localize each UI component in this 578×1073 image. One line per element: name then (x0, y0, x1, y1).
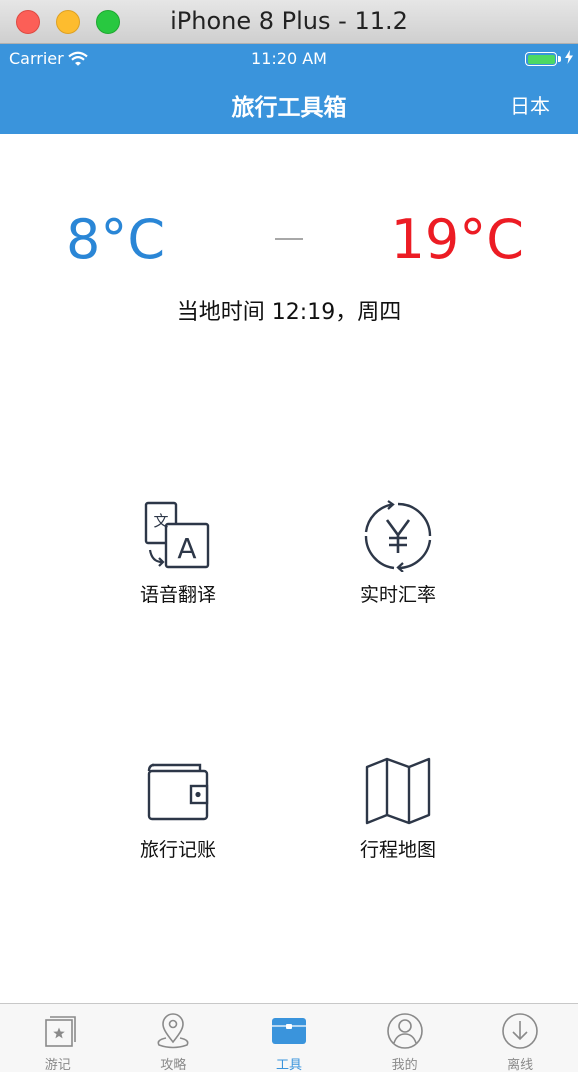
svg-text:文: 文 (153, 512, 168, 530)
tool-voice-translate[interactable]: A 文 语音翻译 (98, 500, 258, 607)
map-icon (365, 757, 431, 825)
svg-text:A: A (177, 532, 196, 565)
tool-label: 旅行记账 (139, 839, 216, 861)
tab-guides[interactable]: 攻略 (116, 1004, 232, 1073)
temperature-range-dash (275, 238, 303, 240)
toolbox-icon (271, 1018, 306, 1044)
tab-label: 游记 (44, 1058, 71, 1073)
tool-label: 实时汇率 (359, 584, 436, 606)
battery-tip (558, 56, 561, 62)
window-title: iPhone 8 Plus - 11.2 (170, 7, 408, 35)
location-pin-icon (157, 1013, 189, 1049)
profile-icon (386, 1013, 423, 1049)
tool-exchange-rate[interactable]: 实时汇率 (318, 500, 478, 607)
destination-button[interactable]: 日本 (510, 90, 550, 119)
status-time: 11:20 AM (251, 49, 327, 68)
translate-icon: A 文 (144, 501, 210, 569)
tab-label: 离线 (507, 1058, 534, 1073)
local-time-label: 当地时间 12:19，周四 (176, 300, 402, 325)
battery-level (527, 54, 555, 64)
wallet-icon (147, 763, 209, 821)
nav-bar: Carrier 11:20 AM 旅行工具箱 日本 (0, 44, 578, 134)
tool-label: 语音翻译 (139, 584, 216, 606)
tool-travel-expenses[interactable]: 旅行记账 (98, 755, 258, 862)
high-temperature: 19°C (390, 208, 524, 271)
tab-profile[interactable]: 我的 (347, 1004, 463, 1073)
tab-label: 我的 (391, 1058, 418, 1073)
tool-itinerary-map[interactable]: 行程地图 (318, 755, 478, 862)
page-title: 旅行工具箱 (231, 95, 347, 121)
tab-offline[interactable]: 离线 (462, 1004, 578, 1073)
tab-label: 攻略 (160, 1058, 187, 1073)
tool-label: 行程地图 (359, 839, 436, 861)
status-bar: Carrier 11:20 AM (0, 44, 578, 74)
charging-bolt-icon (565, 50, 573, 64)
tab-bar: 游记 攻略 工具 我的 离线 (0, 1003, 578, 1073)
travel-notes-icon (44, 1016, 76, 1047)
currency-exchange-icon (364, 500, 432, 572)
low-temperature: 8°C (66, 208, 166, 271)
tab-label: 工具 (275, 1058, 302, 1073)
download-icon (502, 1013, 538, 1049)
tab-tools[interactable]: 工具 (231, 1004, 347, 1073)
tab-travel-notes[interactable]: 游记 (0, 1004, 116, 1073)
battery-icon (525, 52, 557, 66)
window-titlebar: iPhone 8 Plus - 11.2 (0, 0, 578, 44)
